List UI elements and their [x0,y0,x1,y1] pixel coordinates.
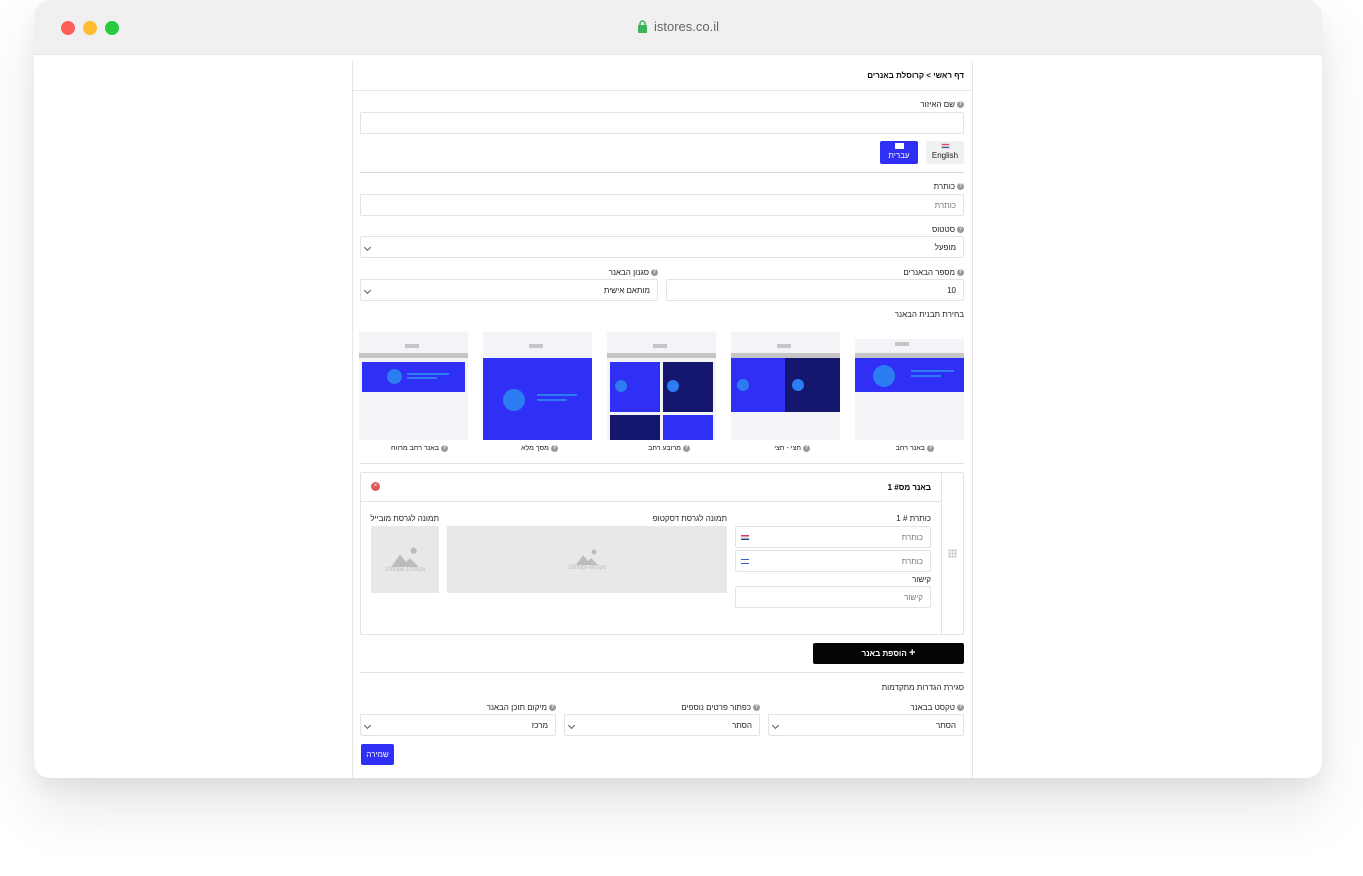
content-position-label: ? מיקום תוכן הבאנר [486,703,556,712]
help-icon: ? [957,183,964,190]
help-icon: ? [651,269,658,276]
help-icon: ? [957,704,964,711]
banner-text-label: ? טקסט בבאנר [910,703,964,712]
template-full-screen[interactable] [483,332,592,440]
heading-input-en[interactable]: כותרת [735,526,931,548]
status-select[interactable]: מופעל [360,236,964,258]
banner-text-select[interactable]: הסתר [768,714,964,736]
area-name-input[interactable] [360,112,964,134]
extra-details-select[interactable]: הסתר [564,714,760,736]
grip-icon [948,549,957,558]
chevron-down-icon [363,286,372,295]
help-icon: ? [957,269,964,276]
url-text: istores.co.il [653,19,720,34]
heading-input-he[interactable]: כותרת [735,550,931,572]
template-half-half-caption: ? חצי - חצי [774,445,810,452]
mobile-image-label: תמונה לגרסת מובייל [370,514,439,523]
template-square-wide-caption: ? מרובע רחב [648,445,690,452]
banner-card-header: באנר מס# 1 × [361,473,941,502]
banner-count-label: ? מספר הבאנרים [903,268,964,277]
help-icon: ? [927,445,934,452]
template-wide-spaced-caption: ? באנר רחב מרווח [390,445,448,452]
page-panel: דף ראשי > קרוסלת באנרים ? שם האיזור Engli… [352,61,973,778]
desktop-image-label: תמונה לגרסת דסקטופ [652,514,727,523]
drag-handle[interactable] [941,473,963,634]
template-wide-banner-caption: ? באנר רחב [895,445,934,452]
uk-flag-icon [940,143,950,149]
help-icon: ? [753,704,760,711]
desktop-image-upload[interactable]: 1900px-800px [447,526,727,593]
banner-count-input[interactable]: 10 [666,279,964,301]
template-wide-banner[interactable] [855,332,964,440]
israel-flag-icon [741,559,749,564]
title-input[interactable]: כותרת [360,194,964,216]
chevron-down-icon [771,721,780,730]
area-name-label: ? שם האיזור [920,100,964,109]
template-section-label: בחירת תבנית הבאנר [894,310,964,319]
divider [360,672,964,673]
mobile-image-upload[interactable]: 1000px-1000px [371,526,439,593]
add-banner-button[interactable]: + הוספת באנר [813,643,964,664]
template-square-wide[interactable] [607,332,716,440]
chevron-down-icon [567,721,576,730]
extra-details-label: ? כפתור פרטים נוספים [681,703,760,712]
heading-label: כותרת # 1 [896,514,931,523]
lang-hebrew-button[interactable]: עברית [880,141,918,164]
template-wide-spaced[interactable] [359,332,468,440]
content-position-select[interactable]: מרכז [360,714,556,736]
banner-card: באנר מס# 1 × כותרת # 1 כותרת כותרת קישור… [360,472,964,635]
template-half-half[interactable] [731,332,840,440]
help-icon: ? [549,704,556,711]
link-label: קישור [912,575,931,584]
chevron-down-icon [363,721,372,730]
help-icon: ? [957,226,964,233]
banner-style-select[interactable]: מותאם אישית [360,279,658,301]
divider [360,463,964,464]
browser-window: istores.co.il דף ראשי > קרוסלת באנרים ? ש… [34,0,1322,778]
status-label: ? סטטוס [931,225,964,234]
uk-flag-icon [741,535,749,540]
advanced-toggle[interactable]: סגירת הגדרות מתקדמות [882,683,964,692]
lock-icon [637,20,647,33]
template-full-screen-caption: ? מסך מלא [521,445,558,452]
help-icon: ? [551,445,558,452]
divider [360,172,964,173]
help-icon: ? [803,445,810,452]
plus-icon: + [908,647,916,659]
help-icon: ? [683,445,690,452]
banner-style-label: ? סגנון הבאנר [608,268,658,277]
help-icon: ? [957,101,964,108]
browser-titlebar: istores.co.il [34,0,1322,55]
save-button[interactable]: שמירה [361,744,394,765]
israel-flag-icon [894,143,904,149]
banner-card-title: באנר מס# 1 [887,483,931,492]
title-label: ? כותרת [933,182,964,191]
image-icon [576,549,598,565]
help-icon: ? [441,445,448,452]
lang-english-button[interactable]: English [926,141,964,164]
link-input[interactable]: קישור [735,586,931,608]
image-icon [391,547,419,567]
breadcrumb: דף ראשי > קרוסלת באנרים [353,61,972,91]
chevron-down-icon [363,243,372,252]
address-bar[interactable]: istores.co.il [34,19,1322,34]
remove-banner-icon[interactable]: × [371,482,380,491]
